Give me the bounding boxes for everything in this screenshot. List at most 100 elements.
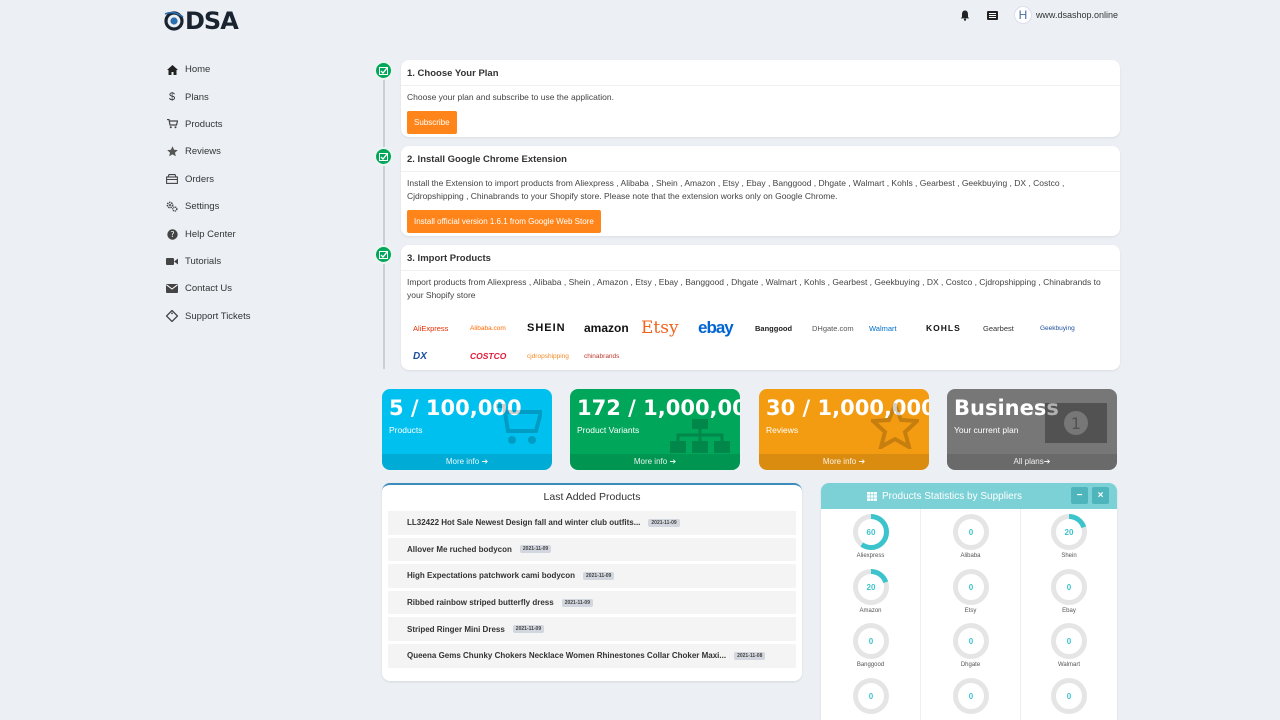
more-info-link[interactable]: More info ➔	[570, 454, 740, 470]
brand-logo: chinabrands	[584, 352, 620, 360]
supplier-name: Alibaba	[960, 553, 981, 559]
current-plan-box: 1 Business Your current plan All plans➔	[947, 389, 1117, 470]
sidebar-item-home[interactable]: Home	[166, 56, 316, 83]
subscribe-button[interactable]: Subscribe	[407, 111, 457, 134]
supplier-stats-panel: Products Statistics by Suppliers − × 60 A…	[821, 483, 1117, 720]
brand-logo: DX	[413, 350, 427, 362]
star-icon	[871, 403, 919, 449]
donut-value: 0	[1067, 692, 1072, 701]
panel-title: Last Added Products	[543, 491, 641, 503]
sidebar-item-label: Orders	[185, 173, 215, 185]
user-menu[interactable]: H www.dsashop.online	[1013, 6, 1118, 24]
dollar-icon: $	[168, 91, 176, 104]
brand-logo: ebay	[698, 318, 734, 337]
supplier-name: Ebay	[1062, 607, 1076, 614]
supplier-stat: 0	[1021, 673, 1117, 720]
donut-chart: 0	[852, 623, 889, 659]
sidebar-item-label: Tutorials	[185, 255, 222, 267]
supplier-name: Etsy	[964, 607, 977, 614]
video-icon	[166, 255, 178, 267]
donut-value: 0	[1067, 583, 1072, 592]
donut-value: 0	[868, 637, 873, 646]
last-added-products-panel: Last Added Products LL32422 Hot Sale New…	[382, 483, 802, 681]
product-name: Striped Ringer Mini Dress	[407, 624, 505, 634]
step-text: Install the Extension to import products…	[407, 178, 1065, 201]
svg-text:?: ?	[170, 230, 174, 239]
brand-logo: Gearbest	[983, 323, 1014, 333]
product-row[interactable]: Queena Gems Chunky Chokers Necklace Wome…	[388, 643, 796, 668]
sidebar-item-help-center[interactable]: ? Help Center	[166, 220, 316, 247]
bell-icon[interactable]	[958, 8, 972, 22]
supplier-stat: 20 Shein	[1021, 509, 1117, 564]
minimize-button[interactable]: −	[1071, 487, 1088, 504]
sidebar-item-settings[interactable]: Settings	[166, 193, 316, 220]
brand-logo: SHEIN	[527, 322, 566, 334]
sitemap-icon	[670, 419, 730, 453]
more-info-link[interactable]: More info ➔	[382, 454, 552, 470]
step-title: 1. Choose Your Plan	[401, 60, 1120, 86]
step-text: Import products from Aliexpress , Alibab…	[407, 277, 1101, 300]
sidebar-item-orders[interactable]: Orders	[166, 166, 316, 193]
reviews-count-box: 30 / 1,000,000 Reviews More info ➔	[759, 389, 929, 470]
envelope-icon	[166, 283, 178, 295]
supplier-name: Walmart	[1057, 662, 1081, 668]
sidebar-item-label: Support Tickets	[185, 310, 251, 322]
donut-chart: 0	[952, 677, 989, 714]
more-info-label: More info	[633, 457, 668, 466]
variants-count-box: 172 / 1,000,000 Product Variants More in…	[570, 389, 740, 470]
more-info-link[interactable]: More info ➔	[759, 454, 929, 470]
product-row[interactable]: Striped Ringer Mini Dress 2021-11-09	[388, 617, 796, 641]
arrow-circle-icon: ➔	[481, 457, 489, 466]
close-button[interactable]: ×	[1092, 487, 1109, 504]
product-row[interactable]: High Expectations patchwork cami bodycon…	[388, 564, 796, 588]
brand-logo: Alibaba.com	[470, 324, 506, 332]
brand-logo: Geekbuying	[1040, 324, 1075, 332]
sidebar-item-label: Contact Us	[185, 283, 232, 295]
donut-chart: 20	[1051, 514, 1087, 550]
product-row[interactable]: Ribbed rainbow striped butterfly dress 20…	[388, 590, 796, 615]
brand-logo: Walmart	[869, 323, 897, 333]
supplier-stat: 0 Etsy	[921, 563, 1021, 618]
cart-icon	[166, 118, 178, 130]
arrow-circle-icon: ➔	[1043, 457, 1051, 466]
list-icon[interactable]	[986, 8, 1000, 22]
supplier-stat: 0	[821, 672, 921, 720]
product-row[interactable]: LL32422 Hot Sale Newest Design fall and …	[388, 511, 796, 535]
all-plans-link[interactable]: All plans➔	[947, 454, 1117, 470]
step-2-check-icon	[374, 147, 393, 166]
donut-value: 20	[1065, 528, 1074, 537]
product-row[interactable]: Allover Me ruched bodycon 2021-11-09	[388, 537, 796, 562]
donut-chart: 0	[1051, 568, 1087, 605]
supplier-stat: 0 Banggood	[821, 618, 921, 673]
donut-chart: 0	[952, 623, 989, 659]
step-text: Choose your plan and subscribe to use th…	[407, 92, 614, 102]
supplier-name: Aliexpress	[856, 553, 885, 559]
brand-logo: AliExpress	[413, 323, 449, 333]
app-logo[interactable]: DSA	[164, 7, 239, 35]
brand-logo: cjdropshipping	[527, 352, 569, 360]
sidebar-item-plans[interactable]: $ Plans	[166, 83, 316, 110]
svg-text:1: 1	[1071, 414, 1081, 433]
sidebar-item-contact-us[interactable]: Contact Us	[166, 275, 316, 302]
donut-value: 0	[968, 637, 973, 646]
supplier-name: Banggood	[856, 662, 885, 668]
donut-chart: 0	[1051, 677, 1087, 714]
brand-logo: DHgate.com	[812, 323, 854, 333]
sidebar-item-tutorials[interactable]: Tutorials	[166, 248, 316, 275]
brand-logo: Etsy	[641, 318, 679, 338]
product-name: Queena Gems Chunky Chokers Necklace Wome…	[407, 651, 727, 661]
avatar: H	[1013, 6, 1032, 24]
date-badge: 2021-11-09	[561, 598, 593, 607]
sidebar-item-label: Plans	[185, 91, 209, 103]
sidebar-item-support-tickets[interactable]: Support Tickets	[166, 303, 316, 330]
top-navbar: H www.dsashop.online	[958, 6, 1118, 24]
sidebar: Home $ Plans Products Reviews Orders Set…	[166, 56, 316, 330]
gears-icon	[166, 201, 178, 213]
sidebar-item-products[interactable]: Products	[166, 111, 316, 138]
supplier-stat: 0 Dhgate	[921, 618, 1021, 673]
date-badge: 2021-11-08	[734, 651, 766, 660]
sidebar-item-label: Products	[185, 118, 223, 130]
install-extension-button[interactable]: Install official version 1.6.1 from Goog…	[407, 210, 601, 233]
product-name: Ribbed rainbow striped butterfly dress	[407, 598, 554, 608]
sidebar-item-reviews[interactable]: Reviews	[166, 138, 316, 165]
